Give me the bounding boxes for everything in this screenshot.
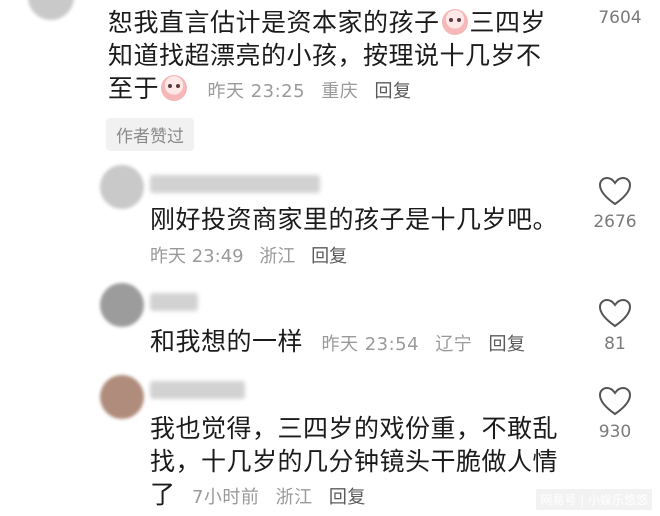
comment-text-line: 知道找超漂亮的小孩，按理说十几岁不	[108, 41, 542, 70]
reply-meta: 昨天 23:49 浙江 回复	[150, 242, 357, 268]
username[interactable]	[150, 175, 320, 193]
reply-location: 辽宁	[435, 334, 473, 355]
heart-icon	[598, 386, 632, 416]
reply-button[interactable]: 回复	[375, 81, 412, 102]
reply-button[interactable]: 回复	[311, 246, 347, 267]
avatar[interactable]	[100, 283, 144, 327]
reply-time: 昨天 23:49	[150, 246, 244, 267]
reply-button[interactable]: 回复	[329, 487, 366, 508]
reply-time: 昨天 23:54	[321, 334, 420, 355]
reply-content: 刚好投资商家里的孩子是十几岁吧。	[150, 203, 558, 236]
crying-emoji-icon	[441, 9, 468, 35]
like-button[interactable]: 81	[585, 298, 645, 354]
reply-content: 我也觉得，三四岁的戏份重，不敢乱 找，十几岁的几分钟镜头干脆做人情 了 7小时前…	[150, 412, 570, 514]
comment-meta: 昨天 23:25 重庆 回复	[207, 81, 421, 102]
avatar[interactable]	[100, 375, 144, 419]
like-button[interactable]: 7604	[590, 6, 650, 28]
like-button[interactable]: 930	[585, 386, 645, 442]
like-count: 2676	[593, 212, 637, 232]
reply-time: 7小时前	[191, 487, 260, 508]
like-button[interactable]: 2676	[585, 176, 645, 232]
watermark: 网易号 | 小娱乐悠悠	[536, 489, 652, 510]
comment-text-line: 恕我直言估计是资本家的孩子	[108, 8, 440, 37]
reply-text-line: 刚好投资商家里的孩子是十几岁吧。	[150, 205, 559, 234]
like-count: 7604	[598, 8, 642, 28]
comment-text-line: 三四岁	[469, 8, 547, 37]
like-count: 930	[598, 422, 632, 442]
avatar[interactable]	[28, 0, 74, 20]
reply-location: 浙江	[259, 246, 296, 267]
reply-button[interactable]: 回复	[489, 334, 526, 355]
reply-text-line: 了	[150, 480, 176, 509]
crying-emoji-icon	[161, 75, 188, 101]
username[interactable]	[150, 381, 245, 399]
heart-icon	[598, 176, 632, 206]
comment-content: 恕我直言估计是资本家的孩子 三四岁 知道找超漂亮的小孩，按理说十几岁不 至于 昨天…	[108, 6, 588, 108]
like-count: 81	[604, 334, 626, 354]
reply-text-line: 我也觉得，三四岁的戏份重，不敢乱	[150, 414, 559, 443]
comment-location: 重庆	[321, 81, 359, 102]
author-liked-badge: 作者赞过	[106, 118, 194, 151]
comment-text-line: 至于	[108, 74, 160, 103]
username[interactable]	[150, 293, 198, 311]
avatar[interactable]	[100, 165, 144, 209]
reply-meta: 7小时前 浙江 回复	[192, 487, 376, 508]
heart-icon	[598, 298, 632, 328]
reply-location: 浙江	[275, 487, 313, 508]
reply-meta: 昨天 23:54 辽宁 回复	[321, 334, 535, 355]
reply-text-line: 和我想的一样	[150, 327, 304, 356]
reply-text-line: 找，十几岁的几分钟镜头干脆做人情	[150, 447, 559, 476]
comment-time: 昨天 23:25	[207, 81, 306, 102]
reply-content: 和我想的一样 昨天 23:54 辽宁 回复	[150, 325, 536, 361]
